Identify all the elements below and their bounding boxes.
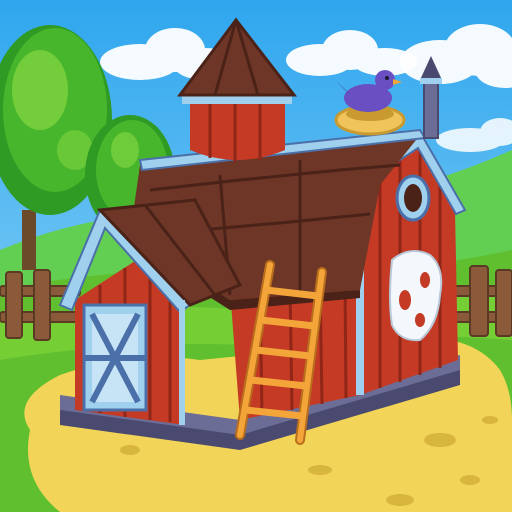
round-window <box>395 174 431 222</box>
farm-game-scene <box>0 0 512 512</box>
scene-canvas <box>0 0 512 512</box>
door-icon <box>82 303 148 412</box>
